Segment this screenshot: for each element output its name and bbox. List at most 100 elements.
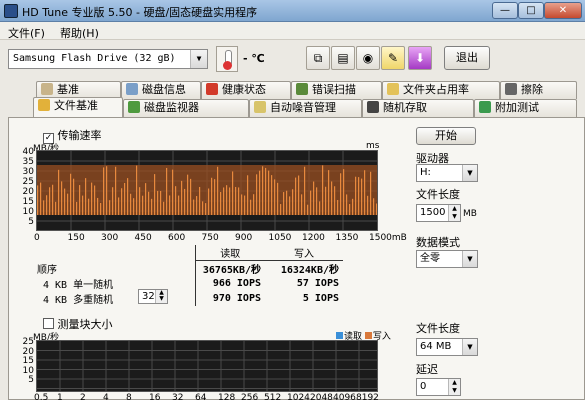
options-button[interactable]: ✎ [381,46,405,70]
tab-erase[interactable]: 擦除 [500,81,577,99]
screenshot-button[interactable]: ◉ [356,46,380,70]
write-rate-spike [115,166,117,215]
drive-select[interactable]: Samsung Flash Drive (32 gB) ▼ [8,49,208,69]
tick-label: 1024 [287,393,310,400]
tab-folder-usage[interactable]: 文件夹占用率 [382,81,500,99]
write-rate-spike [241,194,243,215]
tick-label: 30 [22,167,34,177]
tick-label: 450 [134,233,152,243]
tab-file-benchmark[interactable]: 文件基准 [33,97,123,117]
write-legend-swatch [364,332,372,339]
file-length-unit: MB [463,209,477,219]
chevron-down-icon[interactable]: ▼ [462,165,477,181]
write-rate-spike [40,182,42,215]
tick-label: 15 [22,356,34,366]
write-rate-spike [274,179,276,215]
chevron-down-icon[interactable]: ▼ [462,251,477,267]
search-icon [296,83,308,95]
folder-icon [387,83,399,95]
save-button[interactable]: ⬇ [408,46,432,70]
data-pattern-select[interactable]: 全零 ▼ [416,250,478,268]
write-rate-spike [73,178,75,215]
write-rate-spike [46,195,48,215]
tick-label: 1200 [302,233,325,243]
tick-label: 300 [101,233,119,243]
write-rate-spike [226,185,228,215]
tab-noise-management[interactable]: 自动噪音管理 [249,99,362,117]
tab-extra-tests[interactable]: 附加测试 [474,99,577,117]
tick-label: 256 [241,393,259,400]
chevron-down-icon[interactable]: ▼ [462,339,477,355]
tab-error-scan[interactable]: 错误扫描 [291,81,382,99]
copy-button[interactable]: ⧉ [306,46,330,70]
write-rate-spike [253,194,255,215]
close-button[interactable]: ✕ [544,2,582,19]
spin-arrows-icon[interactable]: ▲ ▼ [155,290,167,303]
write-rate-spike [229,187,231,215]
exit-button[interactable]: 退出 [444,46,490,70]
write-rate-spike [355,176,357,215]
results-header: 读取 写入 [33,245,343,261]
checkbox-box[interactable] [43,318,54,329]
write-rate-spike [292,189,294,215]
tab-disk-info[interactable]: 磁盘信息 [121,81,201,99]
write-rate-spike [271,175,273,215]
menu-help[interactable]: 帮助(H) [60,25,99,41]
row-read: 966 IOPS [194,276,265,291]
write-rate-spike [181,180,183,215]
copy-text-icon: ▤ [337,51,349,65]
write-rate-spike [169,195,171,215]
save-icon: ⬇ [414,51,426,65]
write-rate-spike [208,188,210,215]
menu-bar: 文件(F) 帮助(H) [0,22,585,40]
write-rate-spike [175,186,177,215]
write-rate-spike [217,166,219,215]
start-button[interactable]: 开始 [416,127,476,145]
write-rate-spike [370,171,372,215]
header-write: 写入 [265,245,343,261]
tick-label: 10 [22,365,34,376]
write-rate-spike [223,187,225,215]
write-rate-spike [103,167,105,215]
write-rate-spike [358,177,360,215]
camera-icon: ◉ [362,51,374,65]
chevron-down-icon[interactable]: ▼ [190,50,207,68]
write-rate-spike [127,178,129,215]
write-rate-spike [193,199,195,215]
write-rate-spike [352,198,354,215]
maximize-button[interactable]: □ [518,2,544,19]
tools-icon: ✎ [387,51,399,65]
tick-label: 15 [22,197,34,207]
info-icon [126,83,138,95]
header-read: 读取 [194,245,265,261]
tick-label: 1 [57,393,63,400]
spin-arrows-icon[interactable]: ▲ ▼ [448,205,460,221]
tab-disk-monitor[interactable]: 磁盘监视器 [123,99,249,117]
write-rate-spike [214,179,216,215]
block-file-length-select[interactable]: 64 MB ▼ [416,338,478,356]
write-rate-spike [100,202,102,215]
write-rate-spike [316,187,318,215]
write-rate-spike [280,204,282,215]
minimize-button[interactable]: — [492,2,518,19]
drive-letter-select[interactable]: H: ▼ [416,164,478,182]
delay-stepper[interactable]: 0 ▲ ▼ [416,378,461,396]
queue-depth-stepper[interactable]: 32 ▲ ▼ [138,289,168,304]
tab-health[interactable]: 健康状态 [201,81,291,99]
spin-arrows-icon[interactable]: ▲ ▼ [448,379,460,395]
tab-random-access[interactable]: 随机存取 [362,99,474,117]
write-rate-spike [364,170,366,215]
write-rate-spike [49,187,51,215]
tick-label: 4096 [333,393,356,400]
write-rate-spike [232,171,234,215]
copy-text-button[interactable]: ▤ [331,46,355,70]
write-rate-spike [187,174,189,215]
write-rate-spike [85,178,87,215]
menu-file[interactable]: 文件(F) [8,25,45,41]
file-length-stepper[interactable]: 1500 ▲ ▼ [416,204,461,222]
row-label: 4 KB 多重随机 [43,295,114,306]
tick-label: 40 [22,147,34,157]
write-rate-spike [136,165,138,215]
health-cross-icon [206,83,218,95]
write-rate-spike [91,182,93,215]
